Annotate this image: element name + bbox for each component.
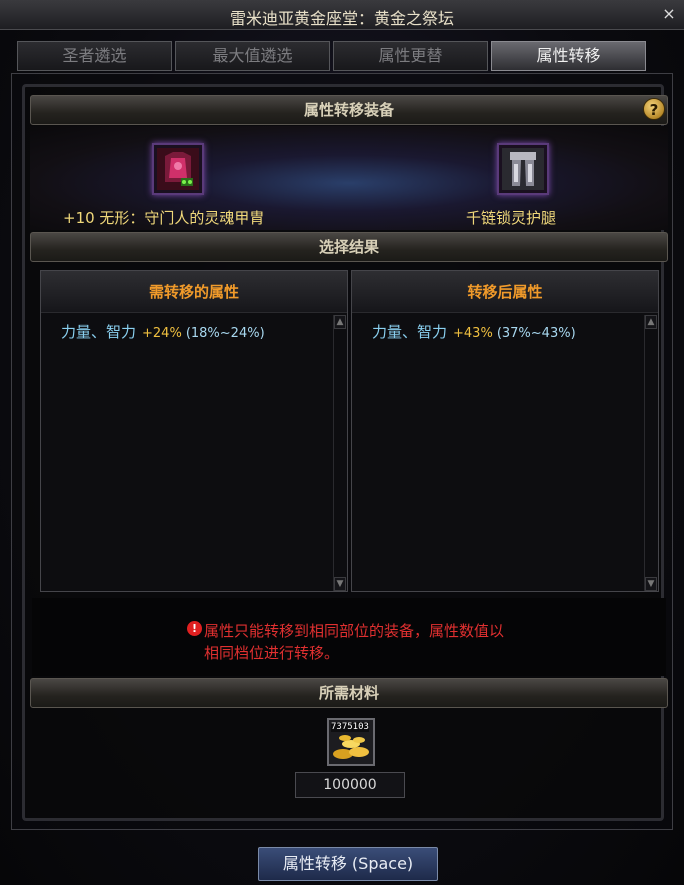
altar-window: 雷米迪亚黄金座堂：黄金之祭坛 × 圣者遴选 最大值遴选 属性更替 属性转移 属性… — [0, 0, 684, 885]
result-section-header: 选择结果 — [30, 232, 668, 262]
help-icon[interactable]: ? — [643, 98, 665, 120]
material-quantity: 100000 — [295, 772, 405, 798]
window-title: 雷米迪亚黄金座堂：黄金之祭坛 — [229, 9, 454, 28]
tab-bar: 圣者遴选 最大值遴选 属性更替 属性转移 — [17, 41, 647, 71]
scroll-up-icon[interactable]: ▲ — [645, 315, 657, 329]
source-stat-name: 力量、智力 — [61, 323, 137, 341]
warning-text: 属性只能转移到相同部位的装备，属性数值以 相同档位进行转移。 — [204, 620, 584, 664]
scroll-down-icon[interactable]: ▼ — [645, 577, 657, 591]
source-stat-line[interactable]: 力量、智力 +24% (18%~24%) — [61, 321, 265, 342]
source-equip-name: +10 无形：守门人的灵魂甲胄 — [63, 209, 265, 227]
target-equip-slot[interactable] — [497, 143, 549, 195]
warning-line-2: 相同档位进行转移。 — [204, 644, 340, 662]
target-attribute-title: 转移后属性 — [352, 271, 658, 313]
source-stat-value: +24% — [142, 326, 182, 341]
target-attribute-panel: 转移后属性 力量、智力 +43% (37%~43%) ▲ ▼ — [351, 270, 659, 592]
warning-icon: ! — [187, 621, 202, 636]
target-stat-name: 力量、智力 — [372, 323, 448, 341]
tab-max-selection[interactable]: 最大值遴选 — [175, 41, 330, 71]
attribute-transfer-button[interactable]: 属性转移 (Space) — [258, 847, 438, 881]
chest-armor-icon — [157, 148, 199, 190]
tab-attribute-replace[interactable]: 属性更替 — [333, 41, 488, 71]
equip-section-header: 属性转移装备 — [30, 95, 668, 125]
materials-section-header: 所需材料 — [30, 678, 668, 708]
scroll-up-icon[interactable]: ▲ — [334, 315, 346, 329]
warning-line-1: 属性只能转移到相同部位的装备，属性数值以 — [204, 622, 505, 640]
source-stat-range: (18%~24%) — [185, 326, 265, 341]
gold-coins-icon — [333, 735, 369, 759]
target-equip-name: 千链锁灵护腿 — [466, 209, 557, 227]
title-bar[interactable]: 雷米迪亚黄金座堂：黄金之祭坛 × — [0, 0, 684, 30]
source-equip-slot[interactable] — [152, 143, 204, 195]
material-count: 7375103 — [331, 722, 369, 732]
tab-attribute-transfer[interactable]: 属性转移 — [491, 41, 646, 71]
source-attribute-title: 需转移的属性 — [41, 271, 347, 313]
target-stat-range: (37%~43%) — [496, 326, 576, 341]
material-slot[interactable]: 7375103 — [327, 718, 375, 766]
source-attribute-panel: 需转移的属性 力量、智力 +24% (18%~24%) ▲ ▼ — [40, 270, 348, 592]
target-stat-line[interactable]: 力量、智力 +43% (37%~43%) — [372, 321, 576, 342]
target-scrollbar[interactable]: ▲ ▼ — [644, 315, 657, 591]
target-stat-value: +43% — [453, 326, 493, 341]
close-icon[interactable]: × — [660, 5, 678, 23]
source-scrollbar[interactable]: ▲ ▼ — [333, 315, 346, 591]
scroll-down-icon[interactable]: ▼ — [334, 577, 346, 591]
leg-armor-icon — [502, 148, 544, 190]
tab-saint-selection[interactable]: 圣者遴选 — [17, 41, 172, 71]
